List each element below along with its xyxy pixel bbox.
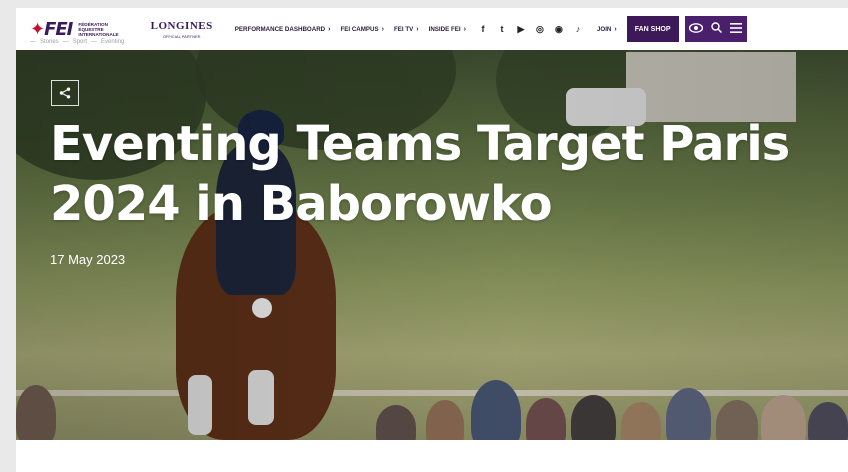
sponsor-logo[interactable]: LONGINES OFFICIAL PARTNER [151,20,213,39]
site-header: ✦FEI FÉDÉRATION ÉQUESTRE INTERNATIONALE … [16,8,848,50]
spotify-icon[interactable]: ◉ [554,24,564,35]
chevron-right-icon: › [416,25,419,33]
nav-fei-tv[interactable]: FEI TV › [394,26,419,33]
breadcrumb-eventing[interactable]: Eventing [101,39,124,45]
main-nav: PERFORMANCE DASHBOARD › FEI CAMPUS › FEI T… [235,26,466,33]
header-tools [684,16,747,42]
twitter-icon[interactable]: t [497,24,507,34]
nav-inside-fei[interactable]: INSIDE FEI › [429,26,466,33]
share-icon [59,87,71,99]
logo-subtitle: FÉDÉRATION ÉQUESTRE INTERNATIONALE [78,21,119,37]
social-links: f t ▶ ◎ ◉ ♪ [478,24,583,35]
join-link[interactable]: JOIN › [597,26,617,33]
fei-logo[interactable]: ✦FEI FÉDÉRATION ÉQUESTRE INTERNATIONALE [30,19,119,40]
article-title: Eventing Teams Target Paris 2024 in Babo… [50,116,790,232]
chevron-right-icon: › [614,25,617,33]
nav-performance-dashboard[interactable]: PERFORMANCE DASHBOARD › [235,26,331,33]
logo-mark: ✦FEI [30,18,73,40]
hero-image [16,50,848,440]
instagram-icon[interactable]: ◎ [535,24,545,35]
chevron-right-icon: › [463,25,466,33]
sponsor-subtitle: OFFICIAL PARTNER [162,33,201,39]
article-date: 17 May 2023 [50,252,126,267]
nav-fei-campus[interactable]: FEI CAMPUS › [340,26,384,33]
content-area [16,440,848,472]
tiktok-icon[interactable]: ♪ [573,24,583,34]
chevron-right-icon: › [328,25,331,33]
eye-icon[interactable] [688,22,703,36]
breadcrumb-stories[interactable]: Stories [40,39,59,45]
share-button[interactable] [51,80,79,106]
breadcrumb-sport[interactable]: Sport [73,39,87,45]
sponsor-name: LONGINES [150,19,213,32]
hero-overlay [16,50,848,440]
menu-icon[interactable] [730,22,743,36]
youtube-icon[interactable]: ▶ [516,24,526,35]
breadcrumb: — Stories — Sport — Eventing [30,39,125,45]
fan-shop-button[interactable]: FAN SHOP [626,16,679,42]
page: ✦FEI FÉDÉRATION ÉQUESTRE INTERNATIONALE … [16,8,848,472]
search-icon[interactable] [711,22,723,36]
facebook-icon[interactable]: f [478,24,488,34]
chevron-right-icon: › [381,25,384,33]
